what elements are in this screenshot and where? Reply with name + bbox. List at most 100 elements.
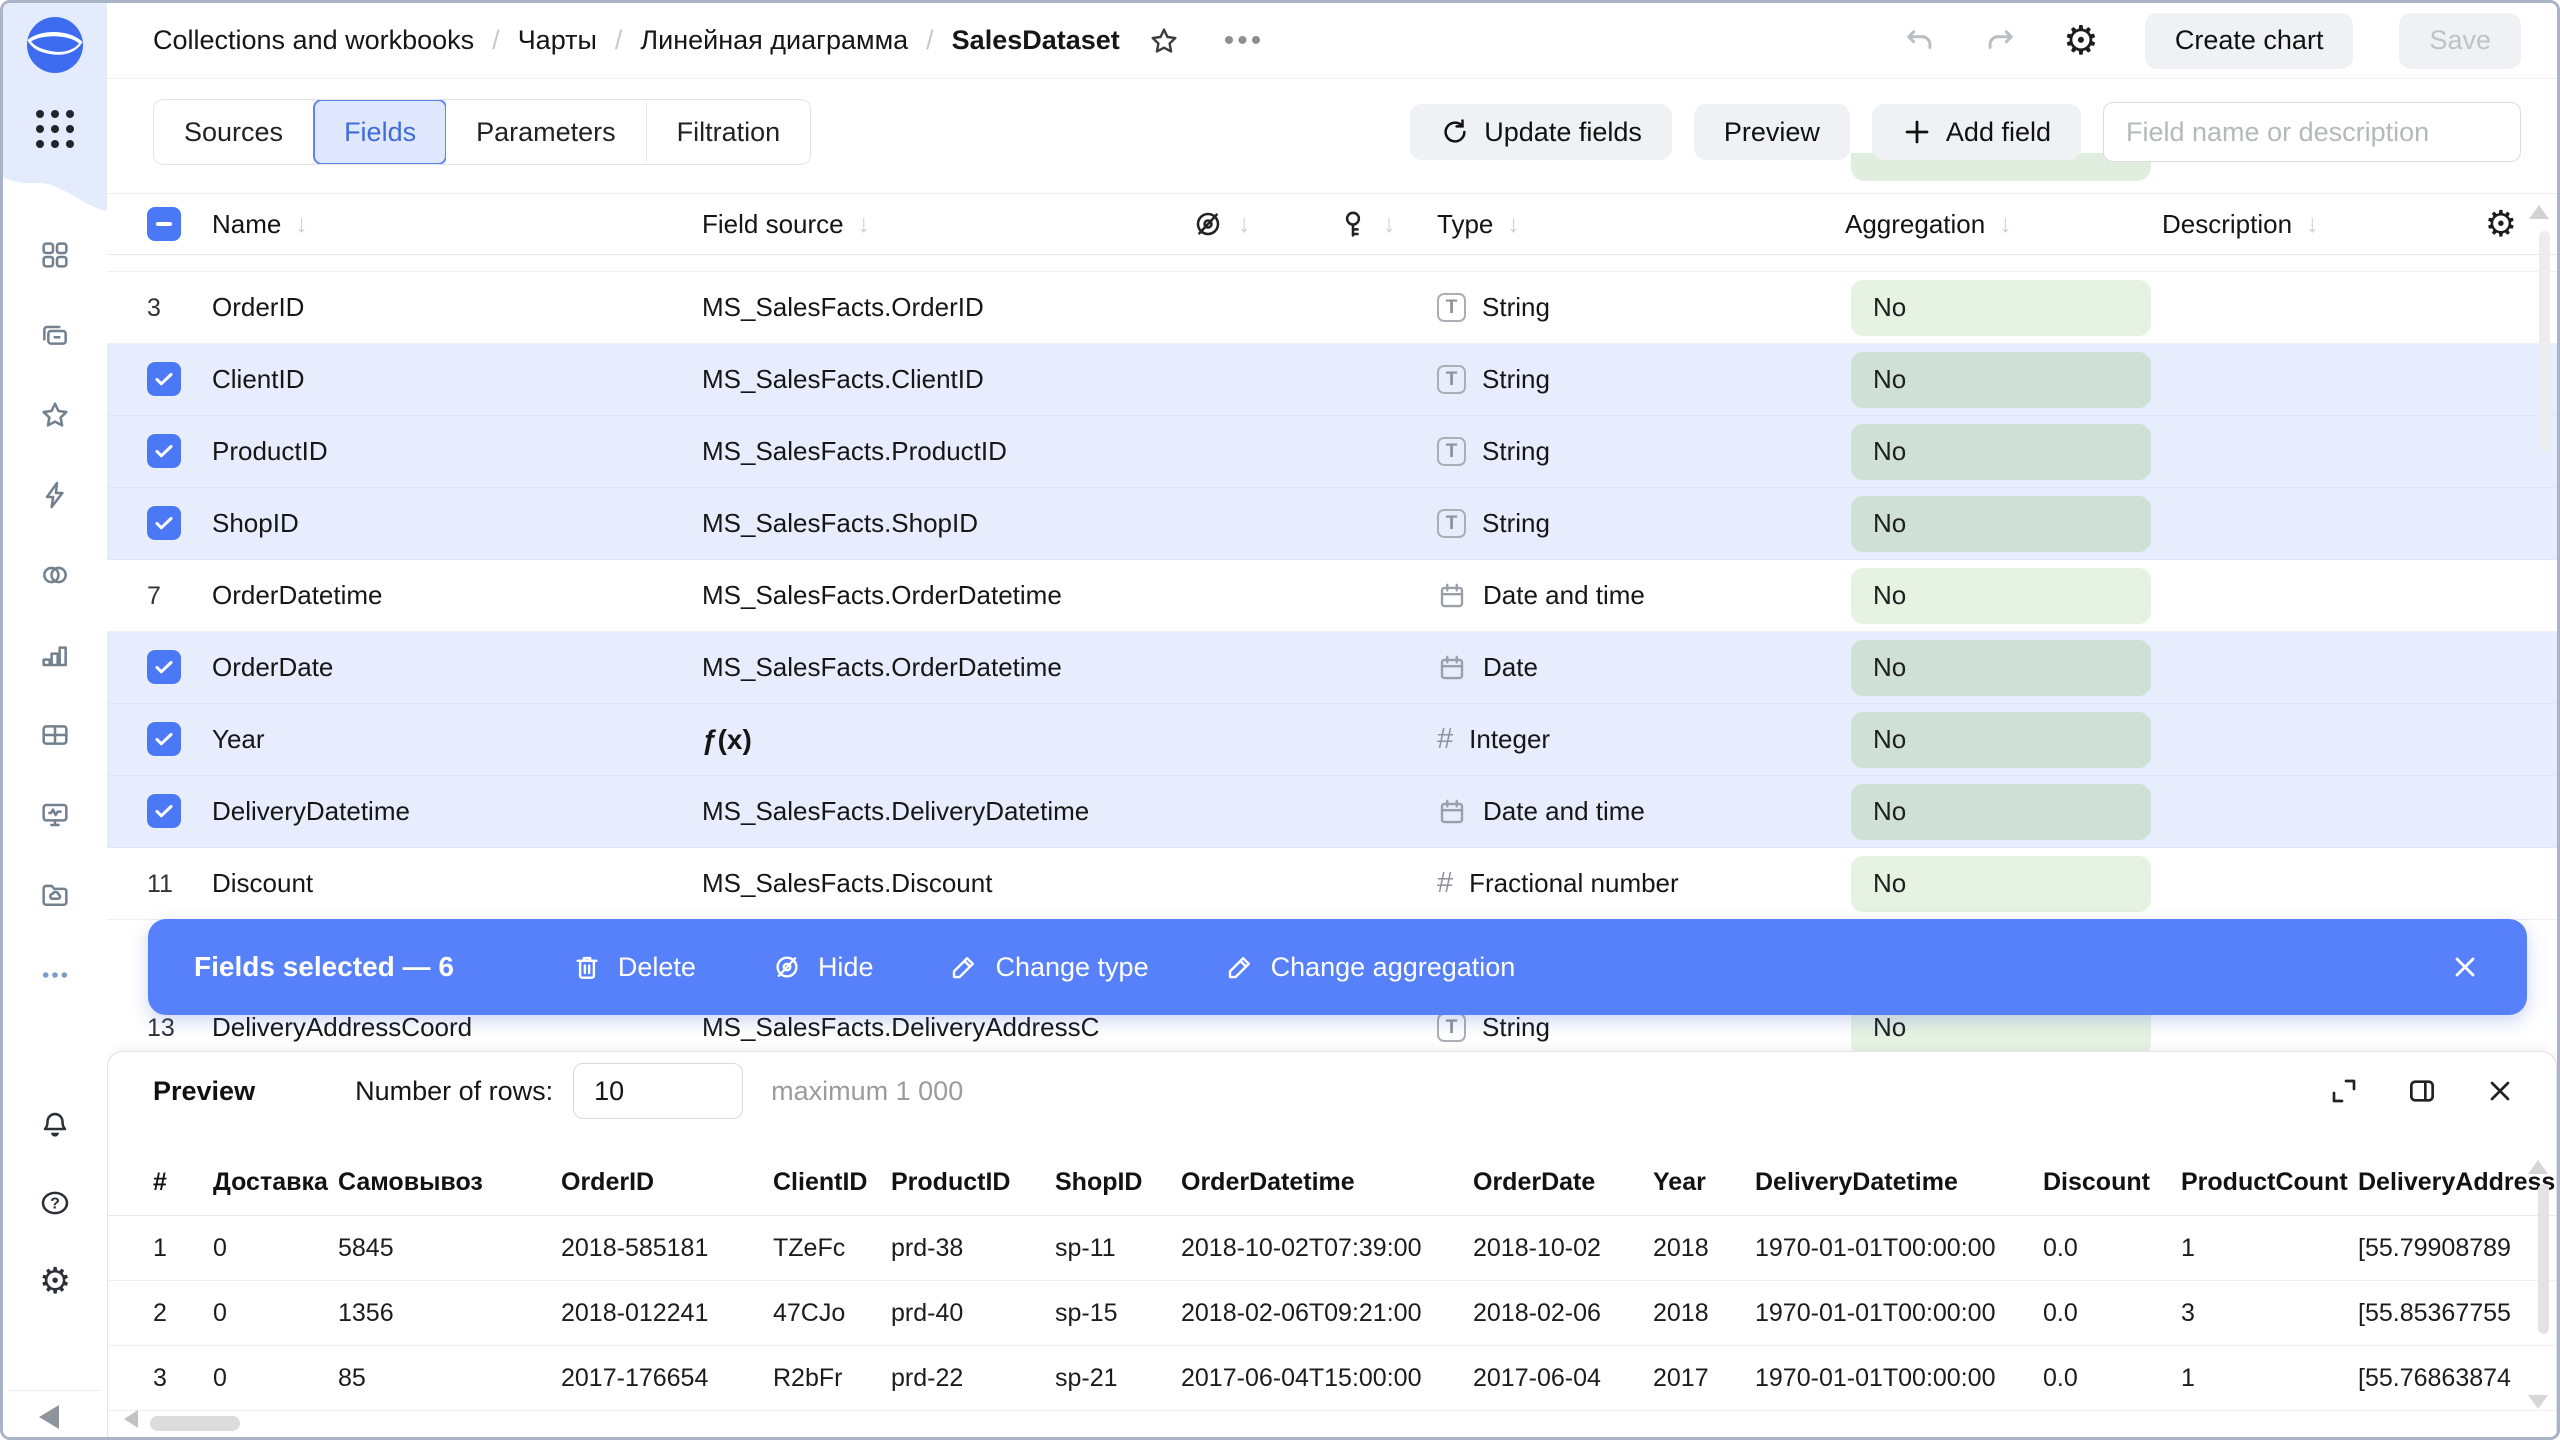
- column-header-type[interactable]: Type↓: [1437, 209, 1845, 240]
- aggregation-select[interactable]: No: [1851, 424, 2151, 480]
- field-row[interactable]: OrderDateMS_SalesFacts.OrderDatetimeDate…: [107, 632, 2557, 704]
- tab-sources[interactable]: Sources: [154, 100, 314, 164]
- select-all-checkbox[interactable]: [147, 207, 212, 241]
- breadcrumb-item[interactable]: Collections and workbooks: [153, 25, 474, 56]
- change-type-button[interactable]: Change type: [949, 952, 1148, 983]
- row-checkbox-checked[interactable]: [147, 794, 181, 828]
- close-preview-icon[interactable]: [2484, 1075, 2516, 1107]
- preview-scroll-down-icon[interactable]: [2528, 1395, 2548, 1409]
- field-row[interactable]: ClientIDMS_SalesFacts.ClientIDTStringNo: [107, 344, 2557, 416]
- field-row[interactable]: ProductIDMS_SalesFacts.ProductIDTStringN…: [107, 416, 2557, 488]
- split-view-icon[interactable]: [2406, 1075, 2438, 1107]
- hide-button[interactable]: Hide: [772, 952, 874, 983]
- aggregation-select[interactable]: No: [1851, 856, 2151, 912]
- column-header-hidden[interactable]: ↓: [1192, 208, 1337, 240]
- star-icon[interactable]: [1148, 25, 1180, 57]
- charts-icon[interactable]: [39, 639, 71, 671]
- dataset-settings-gear-icon[interactable]: ⚙: [2063, 21, 2099, 61]
- field-source: MS_SalesFacts.ProductID: [702, 436, 1192, 467]
- preview-vscrollbar-thumb[interactable]: [2538, 1184, 2549, 1334]
- row-checkbox-checked[interactable]: [147, 434, 181, 468]
- tab-fields[interactable]: Fields: [313, 99, 447, 165]
- fields-scrollbar-thumb[interactable]: [2539, 231, 2550, 451]
- delete-button[interactable]: Delete: [572, 952, 696, 983]
- storage-folder-icon[interactable]: [39, 879, 71, 911]
- aggregation-select[interactable]: No: [1851, 496, 2151, 552]
- collections-icon[interactable]: [39, 319, 71, 351]
- breadcrumb-item[interactable]: Линейная диаграмма: [640, 25, 908, 56]
- more-ellipsis-icon[interactable]: [39, 959, 71, 991]
- monitoring-icon[interactable]: [39, 799, 71, 831]
- create-chart-button[interactable]: Create chart: [2145, 13, 2354, 69]
- apps-grid-icon[interactable]: [33, 107, 77, 151]
- column-header-key[interactable]: ↓: [1337, 208, 1437, 240]
- tab-parameters[interactable]: Parameters: [446, 100, 647, 164]
- notifications-bell-icon[interactable]: [39, 1109, 71, 1141]
- field-name: ShopID: [212, 508, 702, 539]
- sort-arrow-icon[interactable]: ↓: [858, 210, 871, 239]
- sort-arrow-icon[interactable]: ↓: [1383, 210, 1396, 239]
- settings-gear-icon[interactable]: ⚙: [39, 1265, 71, 1297]
- editor-lightning-icon[interactable]: [39, 479, 71, 511]
- aggregation-select[interactable]: No: [1851, 568, 2151, 624]
- sort-arrow-icon[interactable]: ↓: [1507, 210, 1520, 239]
- row-checkbox-checked[interactable]: [147, 362, 181, 396]
- row-checkbox-checked[interactable]: [147, 722, 181, 756]
- field-type: Date and time: [1437, 796, 1845, 827]
- aggregation-select[interactable]: No: [1851, 640, 2151, 696]
- column-header-description[interactable]: Description↓: [2162, 209, 2457, 240]
- breadcrumb-item[interactable]: Чарты: [518, 25, 597, 56]
- expand-preview-icon[interactable]: [2328, 1075, 2360, 1107]
- sort-arrow-icon[interactable]: ↓: [295, 210, 308, 239]
- tab-filtration[interactable]: Filtration: [647, 100, 811, 164]
- field-search-input[interactable]: [2103, 102, 2521, 162]
- preview-button[interactable]: Preview: [1694, 104, 1850, 160]
- save-button[interactable]: Save: [2399, 13, 2521, 69]
- row-checkbox-checked[interactable]: [147, 650, 181, 684]
- preview-cell: TZeFc: [773, 1234, 891, 1263]
- change-aggregation-button[interactable]: Change aggregation: [1225, 952, 1516, 983]
- column-header-source[interactable]: Field source↓: [702, 209, 1192, 240]
- dashboards-icon[interactable]: [39, 239, 71, 271]
- aggregation-select[interactable]: No: [1851, 712, 2151, 768]
- preview-hscrollbar-thumb[interactable]: [150, 1416, 240, 1431]
- connections-icon[interactable]: [39, 559, 71, 591]
- table-settings-gear-icon[interactable]: ⚙: [2457, 206, 2517, 242]
- rows-count-input[interactable]: [573, 1063, 743, 1119]
- aggregation-select[interactable]: No: [1851, 352, 2151, 408]
- update-fields-button[interactable]: Update fields: [1410, 104, 1672, 160]
- rows-max-hint: maximum 1 000: [771, 1076, 963, 1107]
- column-header-name[interactable]: Name↓: [212, 209, 702, 240]
- column-header-aggregation[interactable]: Aggregation↓: [1845, 209, 2162, 240]
- field-source: MS_SalesFacts.ShopID: [702, 508, 1192, 539]
- field-name: Discount: [212, 868, 702, 899]
- field-row[interactable]: DeliveryDatetimeMS_SalesFacts.DeliveryDa…: [107, 776, 2557, 848]
- field-row[interactable]: ShopIDMS_SalesFacts.ShopID TStringNo: [107, 488, 2557, 560]
- sort-arrow-icon[interactable]: ↓: [2306, 210, 2319, 239]
- field-row[interactable]: 11DiscountMS_SalesFacts.Discount#Fractio…: [107, 848, 2557, 920]
- field-row[interactable]: Yearƒ(x)#IntegerNo: [107, 704, 2557, 776]
- scroll-up-arrow-icon[interactable]: [2529, 205, 2549, 219]
- field-row[interactable]: 3OrderIDMS_SalesFacts.OrderIDTStringNo: [107, 272, 2557, 344]
- sort-arrow-icon[interactable]: ↓: [1238, 210, 1251, 239]
- favorites-star-icon[interactable]: [39, 399, 71, 431]
- collapse-sidebar-icon[interactable]: [39, 1405, 59, 1429]
- undo-icon[interactable]: [1903, 24, 1937, 58]
- redo-icon[interactable]: [1983, 24, 2017, 58]
- datalens-logo[interactable]: [27, 17, 83, 73]
- help-icon[interactable]: ?: [39, 1187, 71, 1219]
- field-row[interactable]: 7OrderDatetimeMS_SalesFacts.OrderDatetim…: [107, 560, 2557, 632]
- aggregation-select[interactable]: No: [1851, 784, 2151, 840]
- sort-arrow-icon[interactable]: ↓: [1999, 210, 2012, 239]
- close-selection-bar-icon[interactable]: [2449, 951, 2481, 983]
- preview-scroll-up-icon[interactable]: [2528, 1160, 2548, 1174]
- breadcrumb-item[interactable]: SalesDataset: [952, 25, 1120, 56]
- datasets-table-icon[interactable]: [39, 719, 71, 751]
- add-field-button[interactable]: Add field: [1872, 104, 2081, 160]
- preview-cell: 2018-10-02T07:39:00: [1181, 1234, 1473, 1263]
- preview-scroll-left-icon[interactable]: [124, 1410, 138, 1428]
- aggregation-select[interactable]: No: [1851, 280, 2151, 336]
- field-type: TString: [1437, 508, 1845, 539]
- row-checkbox-checked[interactable]: [147, 506, 181, 540]
- ellipsis-menu-icon[interactable]: •••: [1224, 24, 1265, 58]
